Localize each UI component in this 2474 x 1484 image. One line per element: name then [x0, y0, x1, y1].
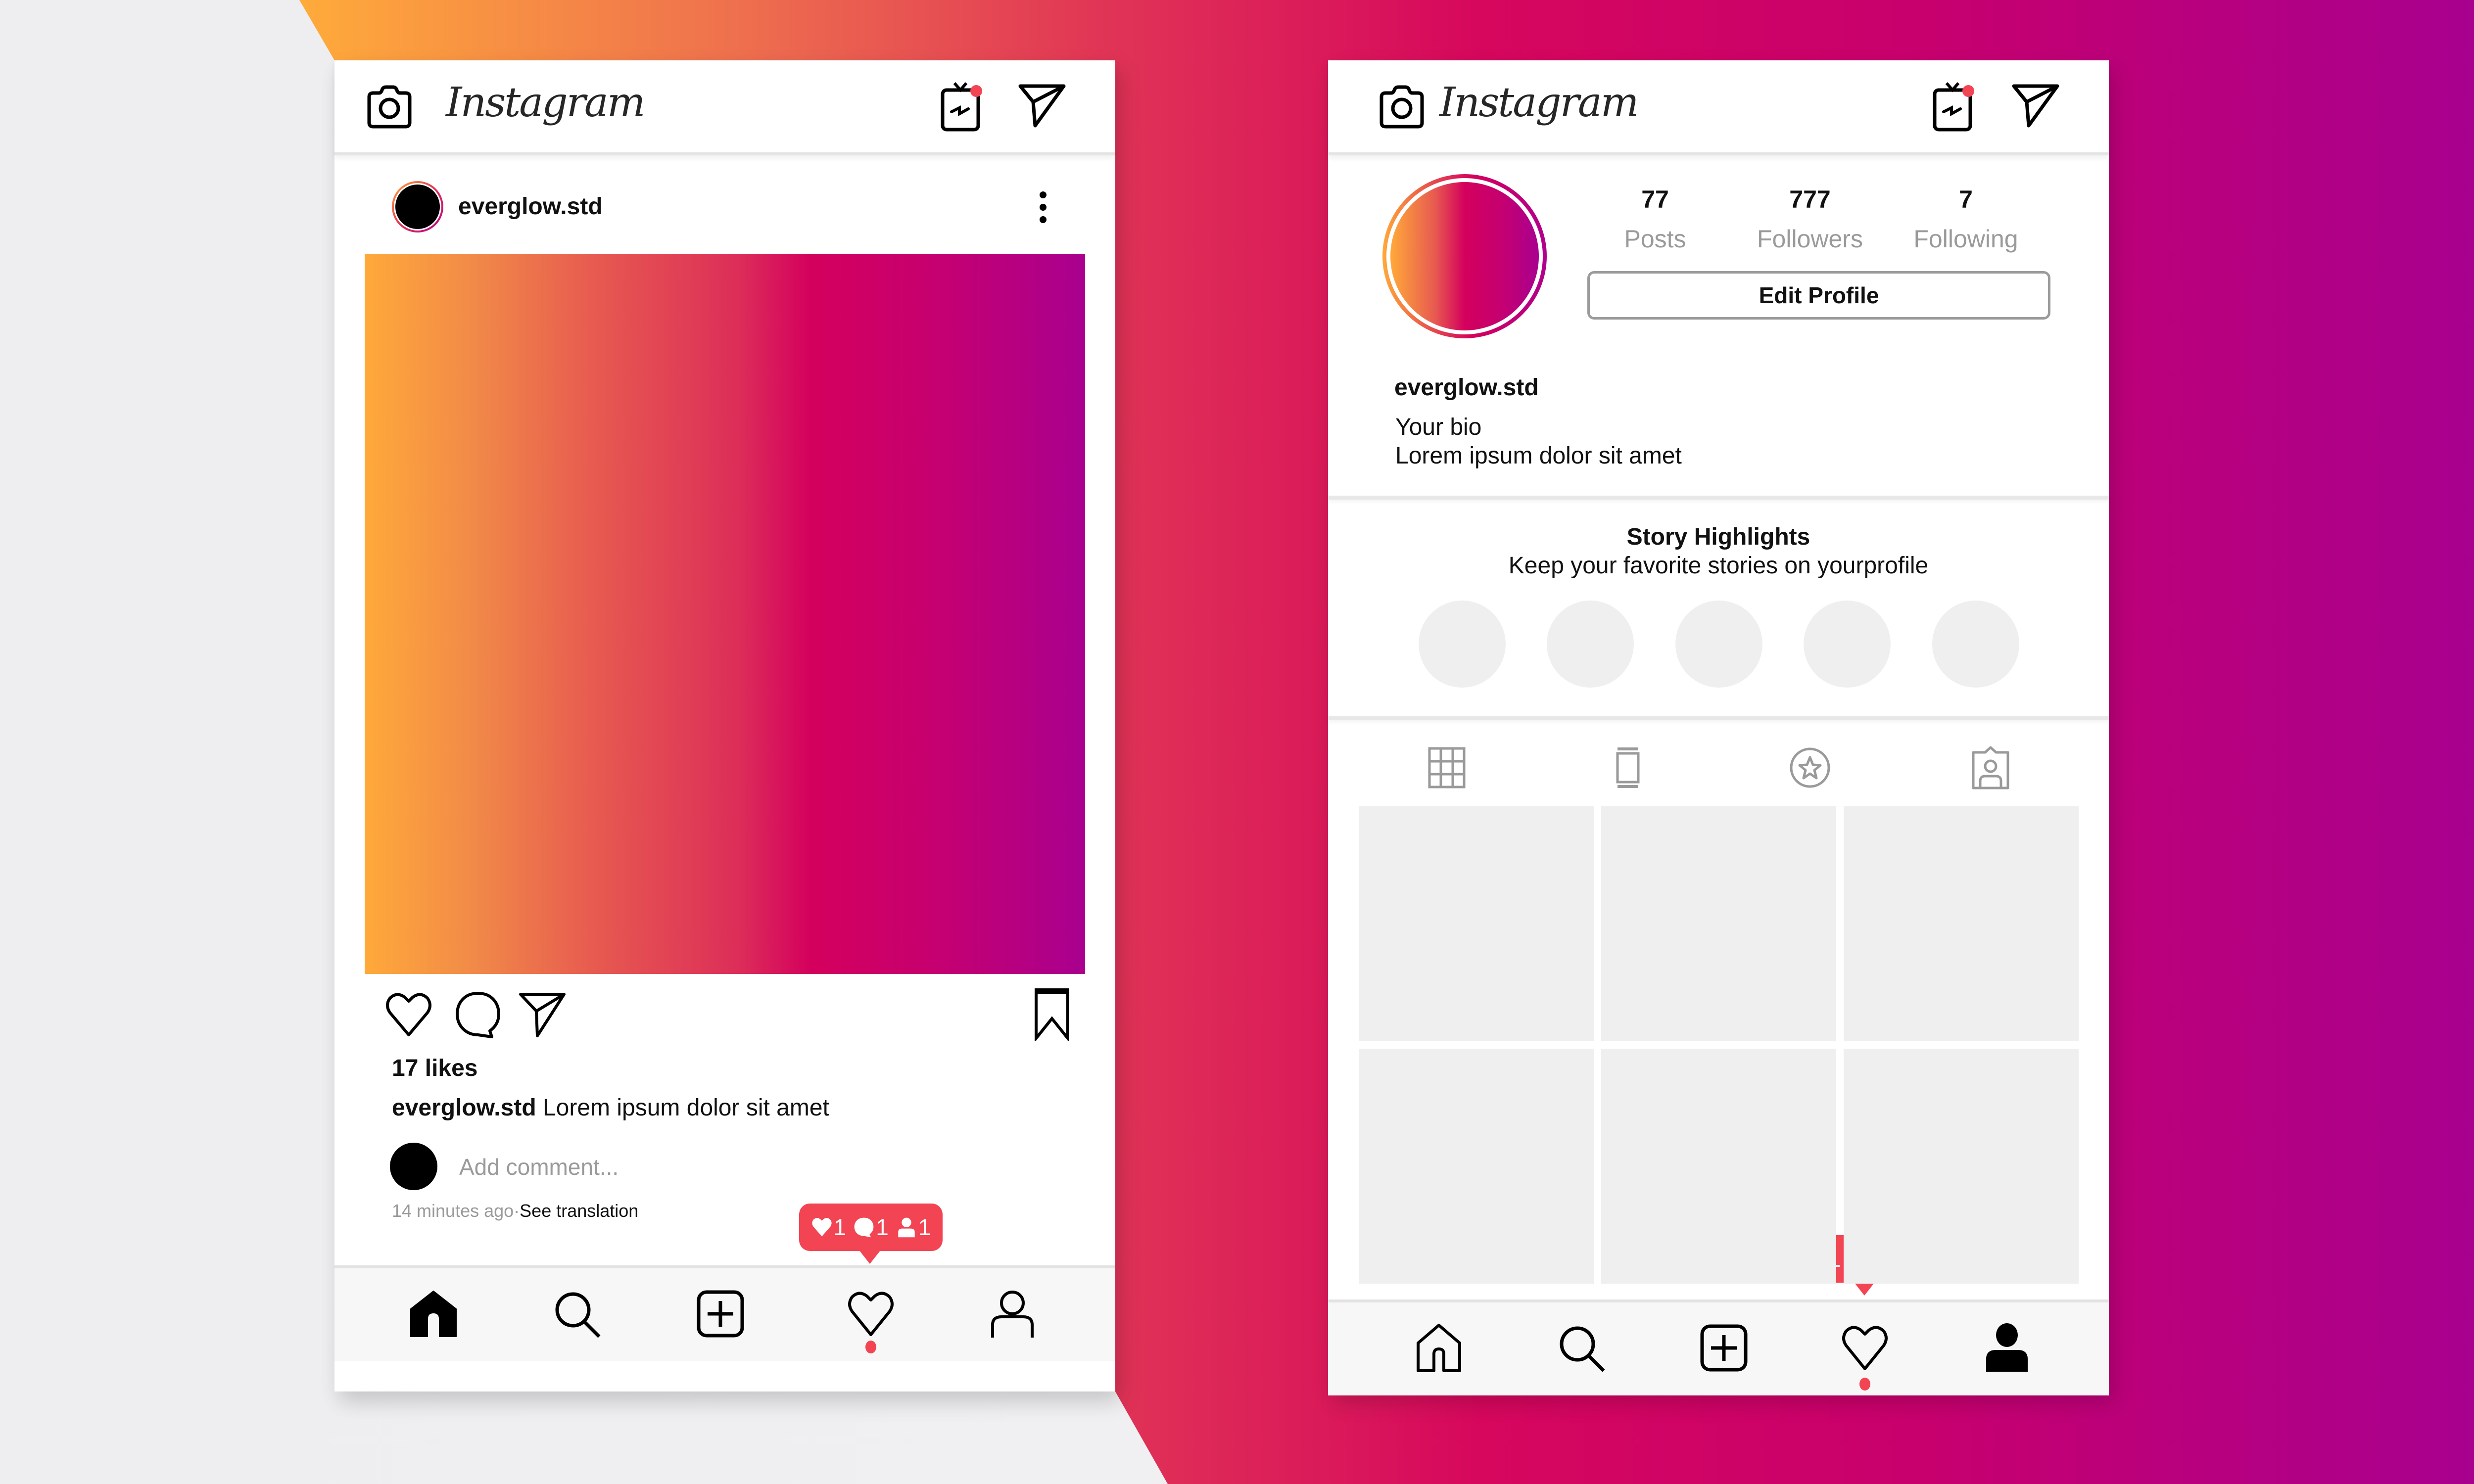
profile-avatar[interactable] — [1382, 174, 1547, 338]
see-translation-link[interactable]: See translation — [520, 1201, 638, 1221]
timestamp: 14 minutes ago — [392, 1201, 514, 1221]
activity-notification-bubble[interactable]: 1 1 1 — [799, 1204, 943, 1264]
grid-post-placeholder[interactable] — [1601, 1049, 1836, 1284]
posts-label[interactable]: Posts — [1581, 225, 1729, 253]
igtv-icon[interactable] — [1928, 79, 1977, 134]
follows-notif-count: 1 — [918, 1214, 931, 1240]
caption-username[interactable]: everglow.std — [392, 1095, 536, 1121]
nav-add-icon[interactable] — [696, 1289, 745, 1339]
grid-post-placeholder[interactable] — [1844, 1049, 2079, 1284]
nav-activity-icon[interactable] — [1840, 1323, 1890, 1373]
profile-username: everglow.std — [1394, 374, 1539, 401]
following-count[interactable]: 7 — [1892, 185, 2040, 214]
bio-line-1: Your bio — [1395, 414, 1482, 440]
highlights-subtitle: Keep your favorite stories on yourprofil… — [1508, 553, 1929, 579]
story-highlight-placeholder[interactable] — [1804, 601, 1891, 688]
profile-screen: Instagram 77 Posts 777 Followers 7 Follo… — [1328, 60, 2109, 1395]
story-highlight-placeholder[interactable] — [1932, 601, 2019, 688]
likes-notif-count: 1 — [833, 1214, 847, 1240]
commenter-avatar — [390, 1143, 437, 1190]
nav-add-icon[interactable] — [1699, 1323, 1749, 1373]
nav-activity-icon[interactable] — [846, 1289, 896, 1339]
star-icon[interactable] — [1788, 745, 1832, 790]
igtv-icon[interactable] — [936, 79, 985, 134]
highlights-title: Story Highlights — [1626, 524, 1810, 550]
post-meta: 14 minutes ago·See translation — [392, 1201, 638, 1221]
activity-notification-dot — [865, 1341, 876, 1353]
followers-count[interactable]: 777 — [1736, 185, 1884, 214]
nav-home-icon[interactable] — [409, 1289, 458, 1339]
meta-separator: · — [514, 1201, 520, 1221]
app-header: Instagram — [334, 60, 1115, 155]
likes-count[interactable]: 17 likes — [392, 1055, 477, 1082]
app-header: Instagram — [1328, 60, 2109, 155]
grid-post-placeholder[interactable] — [1844, 806, 2079, 1041]
instagram-wordmark: Instagram — [446, 79, 645, 126]
instagram-wordmark: Instagram — [1439, 79, 1639, 126]
grid-post-placeholder[interactable] — [1359, 1049, 1594, 1284]
grid-post-placeholder[interactable] — [1359, 806, 1594, 1041]
post-author-avatar[interactable] — [392, 181, 443, 232]
nav-profile-icon[interactable] — [988, 1289, 1037, 1339]
nav-home-icon[interactable] — [1414, 1323, 1464, 1373]
more-vertical-icon[interactable] — [1033, 190, 1053, 225]
story-highlight-placeholder[interactable] — [1675, 601, 1762, 688]
post-image[interactable] — [365, 254, 1085, 974]
tagged-icon[interactable] — [1968, 745, 2013, 790]
caption-text: Lorem ipsum dolor sit amet — [542, 1095, 829, 1121]
post-caption: everglow.std Lorem ipsum dolor sit amet — [392, 1094, 829, 1121]
like-icon[interactable] — [384, 990, 433, 1040]
igtv-notification-dot — [1962, 85, 1974, 97]
edit-profile-button[interactable]: Edit Profile — [1587, 271, 2050, 320]
following-label[interactable]: Following — [1892, 225, 2040, 253]
camera-icon[interactable] — [364, 81, 414, 131]
likes-notif-icon — [812, 1218, 832, 1237]
bottom-nav — [334, 1265, 1115, 1361]
section-divider — [1328, 496, 2109, 500]
post-username[interactable]: everglow.std — [458, 193, 603, 220]
activity-notification-dot — [1859, 1378, 1870, 1391]
followers-label[interactable]: Followers — [1736, 225, 1884, 253]
grid-post-placeholder[interactable] — [1601, 806, 1836, 1041]
story-highlight-placeholder[interactable] — [1547, 601, 1634, 688]
comments-notif-count: 1 — [876, 1214, 889, 1240]
follows-notif-icon — [898, 1217, 915, 1238]
bio-line-2: Lorem ipsum dolor sit amet — [1395, 443, 1682, 469]
grid-icon[interactable] — [1425, 745, 1469, 790]
direct-message-icon[interactable] — [1017, 81, 1067, 131]
bottom-nav — [1328, 1299, 2109, 1395]
feed-icon[interactable] — [1606, 745, 1650, 790]
igtv-notification-dot — [970, 85, 982, 97]
feed-screen: Instagram everglow.std 17 likes everglow… — [334, 60, 1115, 1391]
comments-notif-icon — [854, 1217, 874, 1238]
nav-search-icon[interactable] — [552, 1289, 602, 1339]
posts-count[interactable]: 77 — [1581, 185, 1729, 214]
bookmark-icon[interactable] — [1032, 987, 1072, 1041]
nav-search-icon[interactable] — [1557, 1323, 1606, 1373]
share-icon[interactable] — [518, 990, 567, 1040]
section-divider — [1328, 716, 2109, 720]
camera-icon[interactable] — [1377, 81, 1426, 131]
comment-icon[interactable] — [453, 989, 503, 1041]
nav-profile-icon[interactable] — [1982, 1323, 2032, 1373]
direct-message-icon[interactable] — [2011, 81, 2060, 131]
story-highlight-placeholder[interactable] — [1419, 601, 1506, 688]
add-comment-input[interactable]: Add comment... — [459, 1154, 618, 1180]
